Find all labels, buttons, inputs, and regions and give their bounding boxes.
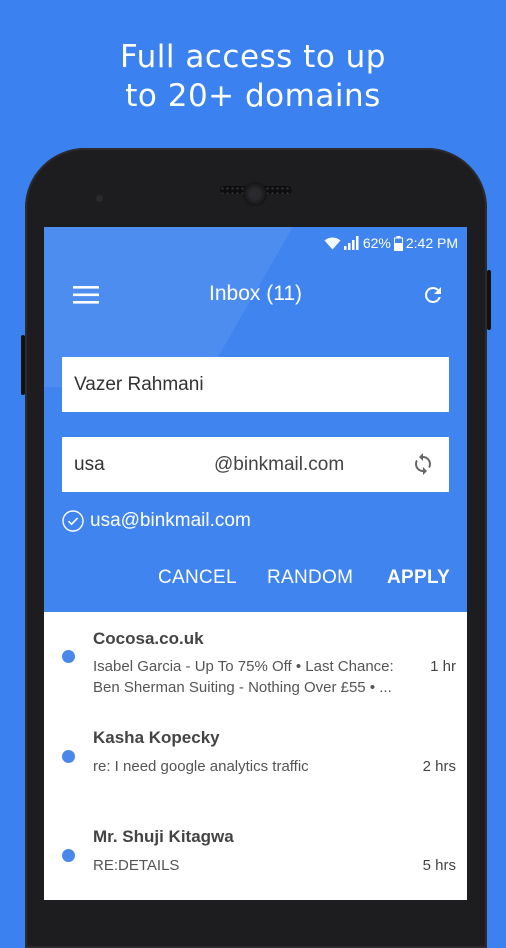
name-input[interactable]: Vazer Rahmani	[62, 357, 449, 412]
message-preview: RE:DETAILS	[93, 855, 415, 876]
battery-percent: 62%	[362, 235, 391, 251]
battery-icon	[393, 235, 403, 251]
app-screen: 62% 2:42 PM Inbox (11) Vazer Rahmani usa…	[44, 227, 467, 900]
message-preview-line-2: Ben Sherman Suiting - Nothing Over £55 •…	[93, 679, 392, 696]
message-sender: Mr. Shuji Kitagwa	[93, 827, 234, 846]
app-header: 62% 2:42 PM Inbox (11) Vazer Rahmani usa…	[44, 227, 467, 612]
message-preview-line-1: Isabel Garcia - Up To 75% Off • Last Cha…	[93, 658, 394, 675]
page-title: Inbox (11)	[209, 282, 302, 305]
username-input[interactable]: usa @binkmail.com	[62, 437, 449, 492]
unread-dot	[62, 650, 75, 663]
unread-dot	[62, 849, 75, 862]
list-item[interactable]: Mr. Shuji Kitagwa RE:DETAILS 5 hrs	[44, 812, 467, 900]
headline-line-2: to 20+ domains	[125, 78, 381, 114]
proximity-sensor	[96, 195, 103, 202]
promo-headline: Full access to up to 20+ domains	[0, 38, 506, 116]
username-input-value: usa	[74, 453, 105, 475]
message-preview-line-1: RE:DETAILS	[93, 857, 180, 874]
message-preview: Isabel Garcia - Up To 75% Off • Last Cha…	[93, 656, 415, 698]
unread-dot	[62, 750, 75, 763]
random-domain-icon[interactable]	[411, 452, 435, 482]
message-sender: Cocosa.co.uk	[93, 629, 204, 648]
verified-address-text: usa@binkmail.com	[90, 510, 251, 531]
signal-icon	[343, 236, 360, 250]
message-preview-line-1: re: I need google analytics traffic	[93, 758, 309, 775]
check-circle-icon	[62, 510, 84, 532]
wifi-icon	[324, 236, 341, 250]
cancel-button[interactable]: CANCEL	[158, 567, 237, 589]
domain-select[interactable]: @binkmail.com	[214, 454, 344, 476]
random-button[interactable]: RANDOM	[267, 567, 353, 589]
volume-button	[487, 270, 491, 330]
message-sender: Kasha Kopecky	[93, 728, 220, 747]
message-time: 2 hrs	[422, 758, 456, 775]
list-item[interactable]: Cocosa.co.uk Isabel Garcia - Up To 75% O…	[44, 612, 467, 712]
verified-address: usa@binkmail.com	[62, 510, 251, 532]
list-item[interactable]: Kasha Kopecky re: I need google analytic…	[44, 712, 467, 812]
clock: 2:42 PM	[405, 235, 458, 251]
apply-button[interactable]: APPLY	[387, 567, 450, 589]
refresh-icon[interactable]	[416, 278, 450, 312]
name-input-value: Vazer Rahmani	[74, 373, 204, 395]
power-button	[21, 335, 25, 395]
message-time: 1 hr	[430, 658, 456, 675]
status-bar: 62% 2:42 PM	[321, 234, 458, 252]
headline-line-1: Full access to up	[120, 39, 386, 75]
message-time: 5 hrs	[422, 857, 456, 874]
front-camera	[243, 182, 267, 206]
message-preview: re: I need google analytics traffic	[93, 756, 415, 777]
